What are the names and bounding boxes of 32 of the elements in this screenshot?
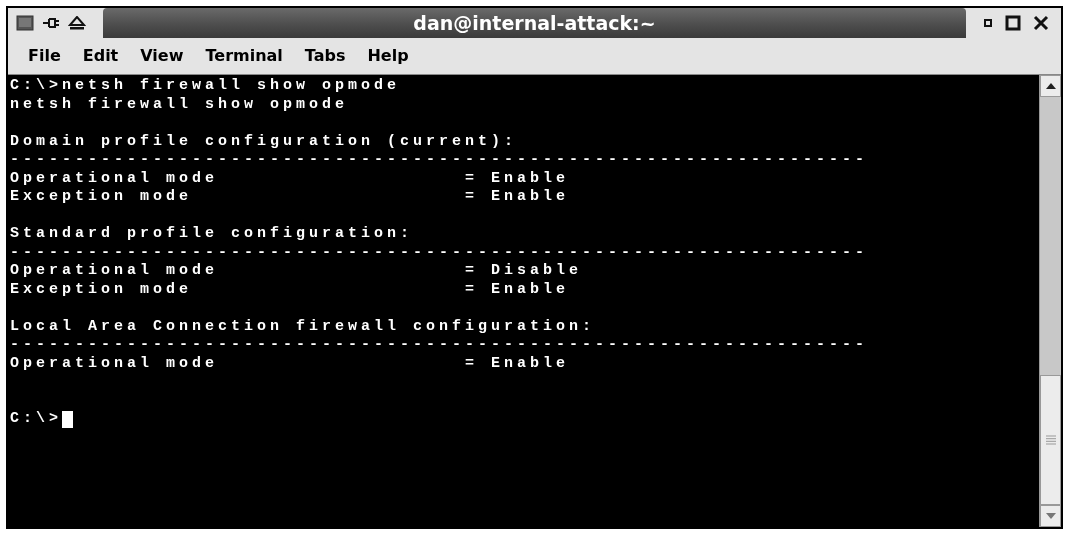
up-arrow-icon[interactable] — [1045, 83, 1056, 89]
terminal-line: Exception mode = Enable — [10, 280, 570, 299]
minimize-icon[interactable] — [983, 18, 993, 28]
terminal-line: Exception mode = Enable — [10, 188, 570, 207]
terminal-prompt: C:\> — [10, 410, 62, 429]
scrollbar[interactable] — [1039, 75, 1061, 527]
terminal-line: Operational mode = Enable — [10, 169, 570, 188]
menu-item[interactable]: Edit — [82, 44, 119, 68]
terminal-line: C:\>netsh firewall show opmode — [10, 77, 401, 96]
terminal-line: Standard profile configuration: — [10, 225, 414, 244]
terminal-line: ------------------------------------------------------------------ — [10, 151, 869, 170]
menu-item[interactable]: Terminal — [205, 44, 283, 68]
window-title: dan@internal-attack:~ — [413, 10, 656, 36]
terminal-line: Domain profile configuration (current): — [10, 132, 518, 151]
cursor — [62, 410, 73, 428]
terminal-line: netsh firewall show opmode — [10, 95, 349, 114]
close-icon[interactable] — [1033, 15, 1049, 31]
terminal-line: Local Area Connection firewall configuration: — [10, 317, 596, 336]
menu-item[interactable]: File — [28, 44, 61, 68]
menu-item[interactable]: Tabs — [304, 44, 346, 68]
terminal-line: Operational mode = Disable — [10, 262, 583, 281]
down-arrow-icon[interactable] — [1045, 513, 1056, 519]
maximize-icon[interactable] — [1005, 15, 1021, 31]
grip-icon — [1045, 435, 1056, 445]
terminal-line: ------------------------------------------------------------------ — [10, 336, 869, 355]
menu-item[interactable]: Help — [367, 44, 409, 68]
eject-icon[interactable] — [68, 16, 86, 30]
terminal-line: ------------------------------------------------------------------ — [10, 243, 869, 262]
menu-item[interactable]: View — [140, 44, 184, 68]
terminal-line: Operational mode = Enable — [10, 354, 570, 373]
terminal-screen[interactable] — [8, 75, 1039, 527]
scrollbar-thumb[interactable] — [1040, 375, 1061, 505]
